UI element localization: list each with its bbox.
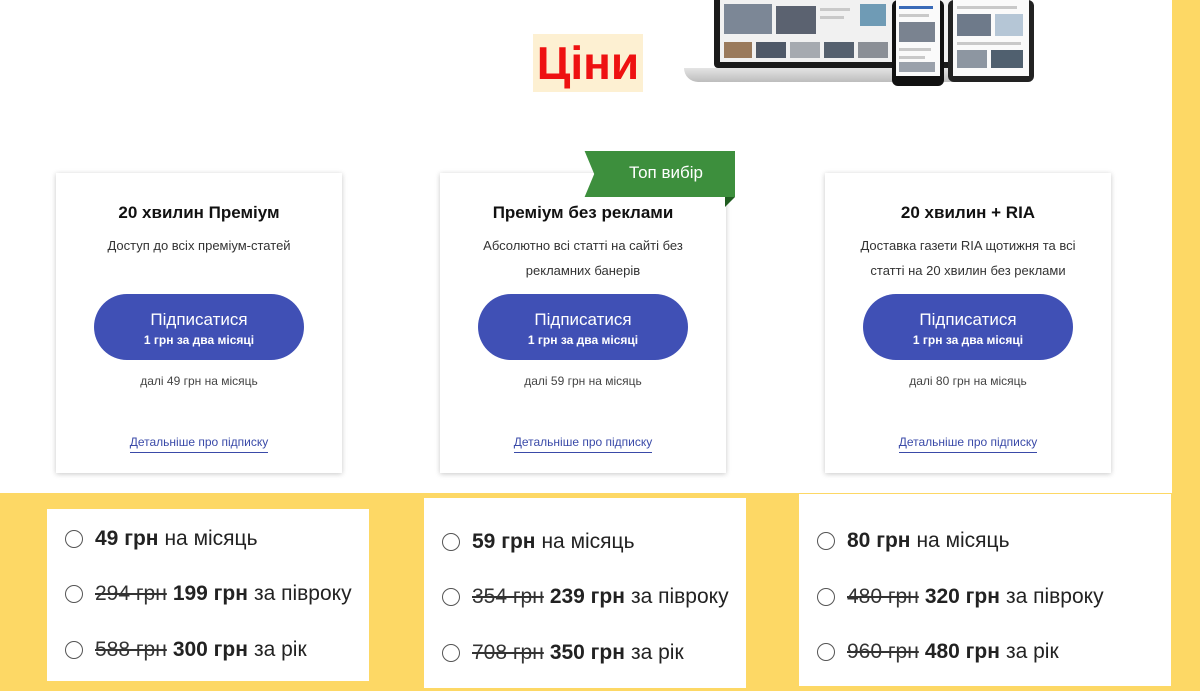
option-half-year[interactable]: 294 грн 199 грн за півроку	[65, 582, 352, 606]
option-price: 320 грн	[924, 585, 1000, 608]
renewal-price: далі 59 грн на місяць	[524, 374, 642, 388]
option-price: 199 грн	[172, 582, 248, 605]
option-period: за рік	[1005, 640, 1059, 663]
option-price: 350 грн	[549, 641, 625, 664]
renewal-price: далі 49 грн на місяць	[140, 374, 258, 388]
option-year[interactable]: 960 грн 480 грн за рік	[817, 640, 1059, 664]
radio-button[interactable]	[817, 643, 835, 661]
top-choice-ribbon: Топ вибір	[575, 151, 735, 209]
radio-button[interactable]	[442, 588, 460, 606]
option-year[interactable]: 588 грн 300 грн за рік	[65, 638, 307, 662]
option-half-year[interactable]: 480 грн 320 грн за півроку	[817, 585, 1104, 609]
plan-name: 20 хвилин Преміум	[118, 203, 280, 222]
details-link-text: Детальніше про підписку	[129, 435, 269, 453]
option-year[interactable]: 708 грн 350 грн за рік	[442, 641, 684, 665]
option-period: за півроку	[630, 585, 729, 608]
option-price: 59 грн	[472, 530, 536, 553]
plan-name: 20 хвилин + RIA	[900, 203, 1036, 222]
subscribe-label: Підписатися	[534, 309, 632, 329]
radio-button[interactable]	[442, 644, 460, 662]
option-price: 300 грн	[172, 638, 248, 661]
ribbon-label: Топ вибір	[629, 163, 703, 182]
option-old-price: 480 грн	[847, 585, 919, 608]
option-monthly[interactable]: 80 грн на місяць	[817, 529, 1010, 553]
option-period: на місяць	[916, 529, 1010, 552]
option-old-price: 354 грн	[472, 585, 544, 608]
subscribe-trial-price: 1 грн за два місяці	[527, 332, 639, 347]
price-options-panel: 80 грн на місяць 480 грн 320 грн за півр…	[799, 494, 1171, 686]
price-options-panel: 59 грн на місяць 354 грн 239 грн за півр…	[424, 498, 746, 688]
option-old-price: 960 грн	[847, 640, 919, 663]
option-period: за рік	[630, 641, 684, 664]
phone-mockup	[892, 0, 944, 86]
details-link[interactable]: Детальніше про підписку	[825, 435, 1111, 453]
subscribe-button[interactable]: Підписатися 1 грн за два місяці	[478, 294, 688, 360]
radio-button[interactable]	[65, 585, 83, 603]
option-period: за півроку	[253, 582, 352, 605]
plan-card-premium: 20 хвилин Преміум Доступ до всіх преміум…	[56, 173, 342, 473]
option-price: 480 грн	[924, 640, 1000, 663]
radio-button[interactable]	[65, 530, 83, 548]
ribbon-fold	[725, 197, 735, 207]
option-monthly[interactable]: 49 грн на місяць	[65, 527, 258, 551]
tablet-mockup	[948, 0, 1034, 82]
option-price: 49 грн	[95, 527, 159, 550]
option-old-price: 588 грн	[95, 638, 167, 661]
option-price: 80 грн	[847, 529, 911, 552]
plan-description: Абсолютно всі статті на сайті без реклам…	[483, 238, 683, 278]
devices-illustration	[680, 0, 1040, 90]
details-link[interactable]: Детальніше про підписку	[440, 435, 726, 453]
subscribe-label: Підписатися	[919, 309, 1017, 329]
plan-description: Доставка газети RIA щотижня та всі статт…	[860, 238, 1076, 278]
details-link[interactable]: Детальніше про підписку	[56, 435, 342, 453]
plan-description: Доступ до всіх преміум-статей	[107, 238, 291, 253]
option-period: на місяць	[164, 527, 258, 550]
option-price: 239 грн	[549, 585, 625, 608]
option-period: на місяць	[541, 530, 635, 553]
details-link-text: Детальніше про підписку	[898, 435, 1038, 453]
radio-button[interactable]	[65, 641, 83, 659]
subscribe-button[interactable]: Підписатися 1 грн за два місяці	[863, 294, 1073, 360]
radio-button[interactable]	[817, 532, 835, 550]
option-old-price: 294 грн	[95, 582, 167, 605]
title-highlight: Ціни	[533, 34, 643, 92]
page-title: Ціни	[536, 37, 640, 89]
plan-card-no-ads: Преміум без реклами Абсолютно всі статті…	[440, 173, 726, 473]
price-options-panel: 49 грн на місяць 294 грн 199 грн за півр…	[47, 509, 369, 681]
subscribe-trial-price: 1 грн за два місяці	[143, 332, 255, 347]
subscribe-label: Підписатися	[150, 309, 248, 329]
radio-button[interactable]	[442, 533, 460, 551]
plan-card-ria: 20 хвилин + RIA Доставка газети RIA щоти…	[825, 173, 1111, 473]
details-link-text: Детальніше про підписку	[513, 435, 653, 453]
subscribe-trial-price: 1 грн за два місяці	[912, 332, 1024, 347]
option-old-price: 708 грн	[472, 641, 544, 664]
renewal-price: далі 80 грн на місяць	[909, 374, 1027, 388]
option-half-year[interactable]: 354 грн 239 грн за півроку	[442, 585, 729, 609]
option-monthly[interactable]: 59 грн на місяць	[442, 530, 635, 554]
radio-button[interactable]	[817, 588, 835, 606]
option-period: за рік	[253, 638, 307, 661]
option-period: за півроку	[1005, 585, 1104, 608]
subscribe-button[interactable]: Підписатися 1 грн за два місяці	[94, 294, 304, 360]
